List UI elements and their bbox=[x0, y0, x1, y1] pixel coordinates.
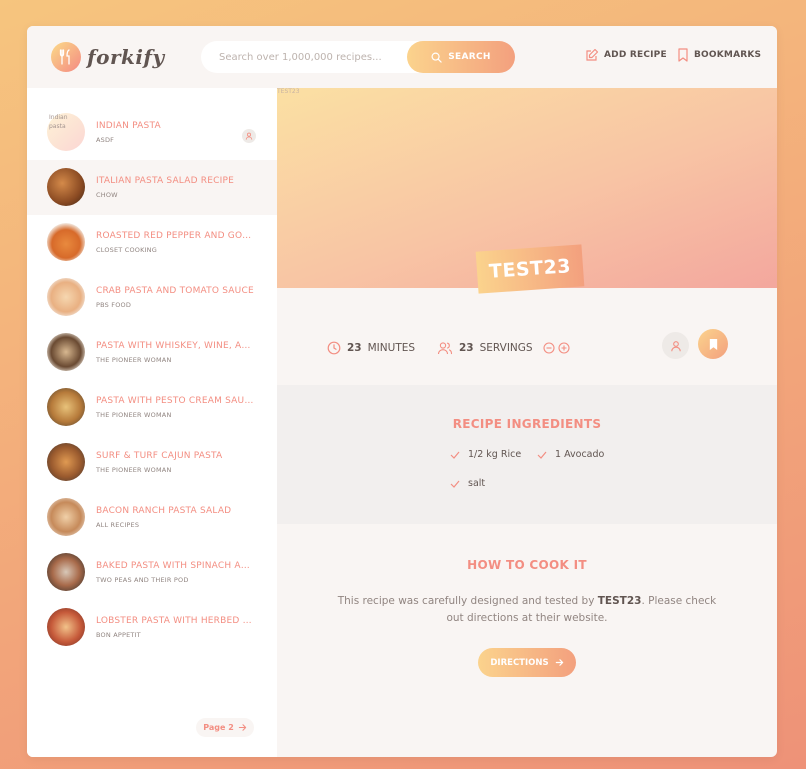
result-title: CRAB PASTA AND TOMATO SAUCE bbox=[96, 286, 254, 296]
arrow-right-icon bbox=[238, 724, 246, 731]
result-item[interactable]: PASTA WITH PESTO CREAM SAUCE THE PIONEER… bbox=[27, 380, 277, 435]
result-publisher: THE PIONEER WOMAN bbox=[96, 356, 172, 364]
search-icon bbox=[431, 52, 442, 63]
ingredient-text: salt bbox=[468, 478, 486, 489]
result-publisher: BON APPETIT bbox=[96, 631, 141, 639]
result-item[interactable]: ROASTED RED PEPPER AND GOA... CLOSET COO… bbox=[27, 215, 277, 270]
result-item[interactable]: BAKED PASTA WITH SPINACH AN... TWO PEAS … bbox=[27, 545, 277, 600]
brand-name: forkify bbox=[87, 45, 165, 69]
next-page-label: Page 2 bbox=[203, 723, 234, 732]
clock-icon bbox=[327, 341, 341, 355]
fork-knife-icon bbox=[51, 42, 81, 72]
ingredient-item: salt bbox=[450, 478, 485, 489]
result-publisher: TWO PEAS AND THEIR POD bbox=[96, 576, 189, 584]
result-thumbnail bbox=[47, 168, 85, 206]
search-input[interactable] bbox=[219, 51, 409, 63]
result-title: INDIAN PASTA bbox=[96, 121, 161, 131]
recipe-time: 23 MINUTES bbox=[327, 341, 415, 355]
bookmark-icon bbox=[678, 48, 688, 62]
result-thumbnail bbox=[47, 223, 85, 261]
logo[interactable]: forkify bbox=[51, 42, 165, 72]
broken-image-indicator: TEST23 bbox=[277, 88, 300, 95]
result-title: SURF & TURF CAJUN PASTA bbox=[96, 451, 223, 461]
servings-value: 23 bbox=[459, 342, 474, 354]
result-thumbnail bbox=[47, 388, 85, 426]
ingredients-heading: RECIPE INGREDIENTS bbox=[452, 417, 602, 431]
result-item[interactable]: BACON RANCH PASTA SALAD ALL RECIPES bbox=[27, 490, 277, 545]
ingredient-item: 1/2 kg Rice bbox=[450, 449, 521, 460]
result-title: LOBSTER PASTA WITH HERBED C... bbox=[96, 616, 256, 626]
recipe-servings: 23 SERVINGS bbox=[437, 341, 570, 355]
ingredient-item: 1 Avocado bbox=[537, 449, 604, 460]
bookmarks-label: BOOKMARKS bbox=[694, 50, 762, 60]
recipe-ingredients: RECIPE INGREDIENTS 1/2 kg Rice 1 Avocado… bbox=[277, 385, 777, 524]
user-generated-icon bbox=[242, 129, 256, 143]
result-title: BAKED PASTA WITH SPINACH AN... bbox=[96, 561, 256, 571]
minutes-value: 23 bbox=[347, 342, 362, 354]
users-icon bbox=[437, 342, 453, 355]
bookmark-filled-icon bbox=[709, 338, 717, 350]
result-item[interactable]: SURF & TURF CAJUN PASTA THE PIONEER WOMA… bbox=[27, 435, 277, 490]
plus-circle-icon[interactable] bbox=[558, 342, 570, 354]
result-item[interactable]: ITALIAN PASTA SALAD RECIPE CHOW bbox=[27, 160, 277, 215]
ingredient-text: 1/2 kg Rice bbox=[468, 449, 522, 460]
recipe-title: TEST23 bbox=[475, 244, 585, 294]
result-thumbnail bbox=[47, 553, 85, 591]
broken-image-alt: Indian pasta bbox=[49, 114, 68, 130]
result-thumbnail bbox=[47, 443, 85, 481]
bookmark-recipe-button[interactable] bbox=[698, 329, 728, 359]
result-thumbnail bbox=[47, 278, 85, 316]
result-thumbnail bbox=[47, 608, 85, 646]
ingredient-text: 1 Avocado bbox=[555, 449, 605, 460]
result-item[interactable]: LOBSTER PASTA WITH HERBED C... BON APPET… bbox=[27, 600, 277, 655]
add-recipe-label: ADD RECIPE bbox=[604, 50, 667, 60]
minus-circle-icon[interactable] bbox=[543, 342, 555, 354]
user-generated-badge bbox=[662, 332, 689, 359]
result-thumbnail bbox=[47, 333, 85, 371]
search-button[interactable]: SEARCH bbox=[407, 41, 515, 73]
bookmarks-button[interactable]: BOOKMARKS bbox=[677, 48, 761, 62]
servings-label: SERVINGS bbox=[479, 342, 533, 354]
result-publisher: CLOSET COOKING bbox=[96, 246, 157, 254]
add-recipe-button[interactable]: ADD RECIPE bbox=[585, 48, 667, 62]
hero-image-alt: TEST23 bbox=[277, 88, 300, 95]
result-title: PASTA WITH PESTO CREAM SAUCE bbox=[96, 396, 256, 406]
check-icon bbox=[450, 451, 460, 459]
result-title: BACON RANCH PASTA SALAD bbox=[96, 506, 232, 516]
directions-button[interactable]: DIRECTIONS bbox=[478, 648, 576, 677]
result-title: PASTA WITH WHISKEY, WINE, AN... bbox=[96, 341, 256, 351]
result-item[interactable]: Indian pasta INDIAN PASTA ASDF bbox=[27, 105, 277, 160]
search-results: Indian pasta INDIAN PASTA ASDF ITALIAN P… bbox=[27, 88, 277, 757]
app-container: forkify SEARCH ADD RECIPE BOOKMA bbox=[27, 26, 777, 757]
recipe-details: 23 MINUTES 23 SERVINGS bbox=[277, 329, 777, 366]
result-publisher: CHOW bbox=[96, 191, 118, 199]
search-form: SEARCH bbox=[201, 41, 515, 73]
recipe-view: TEST23 TEST23 23 MINUTES 23 SERVINGS REC… bbox=[277, 88, 777, 757]
check-icon bbox=[450, 480, 460, 488]
result-publisher: ASDF bbox=[96, 136, 115, 144]
user-icon bbox=[670, 340, 681, 351]
minutes-label: MINUTES bbox=[367, 342, 416, 354]
search-button-label: SEARCH bbox=[448, 52, 491, 62]
next-page-button[interactable]: Page 2 bbox=[196, 718, 254, 737]
result-title: ROASTED RED PEPPER AND GOA... bbox=[96, 231, 256, 241]
cook-description: This recipe was carefully designed and t… bbox=[337, 593, 717, 627]
result-title: ITALIAN PASTA SALAD RECIPE bbox=[96, 176, 234, 186]
cook-heading: HOW TO COOK IT bbox=[467, 558, 587, 572]
result-thumbnail bbox=[47, 498, 85, 536]
header: forkify SEARCH ADD RECIPE BOOKMA bbox=[27, 26, 777, 88]
cook-text-before: This recipe was carefully designed and t… bbox=[337, 595, 598, 607]
edit-icon bbox=[586, 48, 599, 61]
result-publisher: PBS FOOD bbox=[96, 301, 132, 309]
arrow-right-icon bbox=[555, 659, 563, 666]
result-item[interactable]: PASTA WITH WHISKEY, WINE, AN... THE PION… bbox=[27, 325, 277, 380]
result-item[interactable]: CRAB PASTA AND TOMATO SAUCE PBS FOOD bbox=[27, 270, 277, 325]
result-publisher: THE PIONEER WOMAN bbox=[96, 411, 172, 419]
result-publisher: ALL RECIPES bbox=[96, 521, 140, 529]
result-publisher: THE PIONEER WOMAN bbox=[96, 466, 172, 474]
check-icon bbox=[537, 451, 547, 459]
recipe-title-wrap: TEST23 bbox=[475, 244, 585, 294]
directions-label: DIRECTIONS bbox=[490, 657, 549, 668]
cook-publisher: TEST23 bbox=[597, 595, 642, 607]
